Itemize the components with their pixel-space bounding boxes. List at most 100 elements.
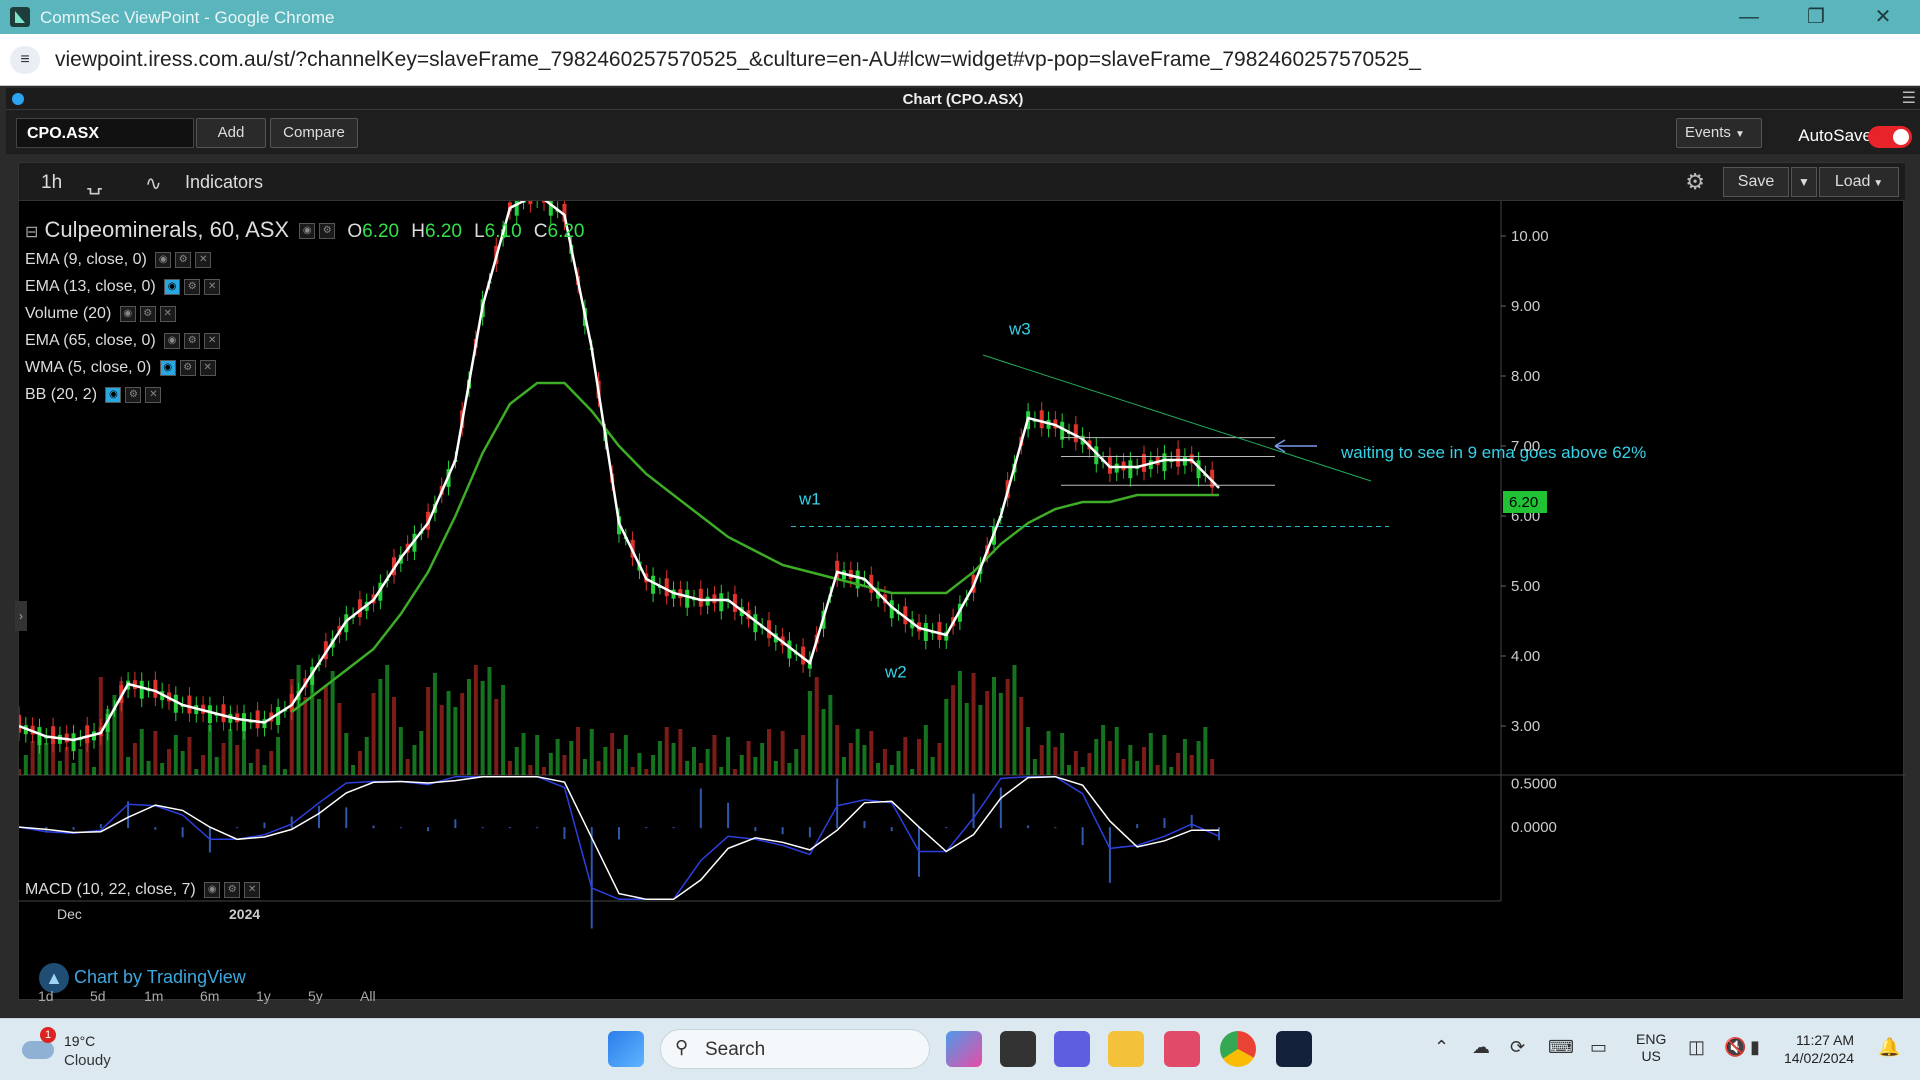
autosave-toggle[interactable] xyxy=(1868,126,1912,148)
onedrive-icon[interactable]: ☁ xyxy=(1472,1037,1490,1058)
side-panel-toggle-icon[interactable]: › xyxy=(15,601,27,631)
settings-icon[interactable]: ⚙ xyxy=(184,278,201,295)
network-icon[interactable]: ◫ xyxy=(1688,1037,1705,1058)
settings-icon[interactable]: ⚙ xyxy=(175,251,192,268)
close-icon[interactable]: ✕ xyxy=(145,386,162,403)
volume-bar xyxy=(1046,731,1051,775)
copilot-icon[interactable] xyxy=(946,1031,982,1067)
commsec-app-icon xyxy=(10,7,30,27)
candle-body xyxy=(1039,410,1044,429)
volume-bar xyxy=(644,769,649,775)
candle-style-icon[interactable]: ⍽ xyxy=(87,171,102,196)
chevron-up-icon[interactable]: ⌃ xyxy=(1434,1037,1449,1058)
macd-histogram-bar xyxy=(236,827,239,829)
volume-bar xyxy=(542,767,546,775)
settings-icon[interactable]: ⚙ xyxy=(179,359,196,376)
file-explorer-icon[interactable] xyxy=(1108,1031,1144,1067)
language-indicator[interactable]: ENG US xyxy=(1636,1031,1666,1065)
close-icon[interactable]: ✕ xyxy=(199,359,216,376)
close-icon[interactable]: ✕ xyxy=(204,278,221,295)
notification-bell-icon[interactable]: 🔔 xyxy=(1878,1037,1900,1058)
range-1y-button[interactable]: 1y xyxy=(256,988,271,1004)
volume-bar xyxy=(378,679,383,775)
site-settings-icon[interactable]: ≡ xyxy=(10,46,40,74)
battery-icon[interactable]: ▮ xyxy=(1750,1037,1760,1058)
close-button[interactable]: ✕ xyxy=(1860,4,1906,30)
gear-icon[interactable]: ⚙ xyxy=(1685,169,1705,195)
eye-icon[interactable]: ◉ xyxy=(105,386,122,403)
events-dropdown[interactable]: Events ▼ xyxy=(1676,118,1762,148)
trading-app-icon[interactable] xyxy=(1276,1031,1312,1067)
snipping-tool-icon[interactable] xyxy=(1164,1031,1200,1067)
settings-icon[interactable]: ⚙ xyxy=(184,332,201,349)
restore-button[interactable]: ❐ xyxy=(1793,4,1839,30)
start-windows-icon[interactable] xyxy=(608,1031,644,1067)
compare-button[interactable]: Compare xyxy=(270,118,358,148)
keyboard-icon[interactable]: ⌨ xyxy=(1548,1037,1574,1058)
teams-chat-icon[interactable] xyxy=(1054,1031,1090,1067)
volume-bar xyxy=(848,743,853,775)
sync-icon[interactable]: ⟳ xyxy=(1510,1037,1525,1058)
eye-icon[interactable]: ◉ xyxy=(119,305,136,322)
speaker-muted-icon[interactable]: 🔇 xyxy=(1724,1037,1746,1058)
save-chevron-down-icon[interactable]: ▼ xyxy=(1791,167,1817,197)
minimize-button[interactable]: — xyxy=(1726,4,1772,30)
settings-icon[interactable]: ⚙ xyxy=(319,223,336,240)
volume-bar xyxy=(692,747,696,775)
load-button[interactable]: Load ▼ xyxy=(1819,167,1899,197)
candle-body xyxy=(255,710,260,729)
indicators-icon[interactable]: ∿ xyxy=(145,171,162,196)
autosave-label: AutoSave xyxy=(1798,126,1872,145)
clock-date: 14/02/2024 xyxy=(1784,1050,1855,1066)
viewpoint-app: Chart (CPO.ASX) ☰ CPO.ASX Add Compare Ev… xyxy=(0,86,1920,1018)
close-icon[interactable]: ✕ xyxy=(244,881,261,898)
symbol-input[interactable]: CPO.ASX xyxy=(16,118,194,148)
timeframe-button[interactable]: 1h xyxy=(41,172,62,194)
weather-cloud-icon[interactable] xyxy=(22,1041,54,1059)
eye-icon[interactable]: ◉ xyxy=(164,332,181,349)
eye-icon[interactable]: ◉ xyxy=(299,223,316,240)
eye-icon[interactable]: ◉ xyxy=(155,251,172,268)
legend-collapse-icon[interactable]: ⊟ xyxy=(25,224,38,241)
range-1d-button[interactable]: 1d xyxy=(38,988,54,1004)
weather-temp[interactable]: 19°C xyxy=(64,1033,95,1049)
settings-icon[interactable]: ⚙ xyxy=(224,881,241,898)
eye-icon[interactable]: ◉ xyxy=(164,278,181,295)
eye-icon[interactable]: ◉ xyxy=(159,359,176,376)
volume-bar xyxy=(957,671,962,775)
volume-bar xyxy=(671,743,676,775)
close-icon[interactable]: ✕ xyxy=(159,305,176,322)
close-icon[interactable]: ✕ xyxy=(204,332,221,349)
range-6m-button[interactable]: 6m xyxy=(200,988,219,1004)
taskbar-search[interactable]: ⚲ Search xyxy=(660,1029,930,1069)
close-icon[interactable]: ✕ xyxy=(195,251,212,268)
volume-bar xyxy=(896,751,901,775)
price-chart[interactable]: w1 w2 w3 waiting to see in 9 ema goes above… xyxy=(19,201,1905,1001)
panel-menu-icon[interactable]: ☰ xyxy=(1902,88,1916,108)
eye-icon[interactable]: ◉ xyxy=(204,881,221,898)
windows-taskbar: 1 19°C Cloudy ⚲ Search ⌃ ☁ ⟳ ⌨ ▭ ENG US … xyxy=(0,1018,1920,1080)
add-button[interactable]: Add xyxy=(196,118,266,148)
weather-desc[interactable]: Cloudy xyxy=(64,1052,111,1069)
range-1m-button[interactable]: 1m xyxy=(144,988,163,1004)
chart-container[interactable]: 1h ⍽ ∿ Indicators ⚙ Save ▼ Load ▼ w1 w2 w3… xyxy=(15,162,1905,1001)
indicators-button[interactable]: Indicators xyxy=(185,172,263,193)
range-5d-button[interactable]: 5d xyxy=(90,988,106,1004)
settings-icon[interactable]: ⚙ xyxy=(125,386,142,403)
chrome-icon[interactable] xyxy=(1220,1031,1256,1067)
volume-bar xyxy=(944,699,949,775)
volume-bar xyxy=(494,699,499,775)
task-view-icon[interactable] xyxy=(1000,1031,1036,1067)
volume-bar xyxy=(1101,725,1106,775)
settings-icon[interactable]: ⚙ xyxy=(139,305,156,322)
candle-body xyxy=(173,694,178,713)
save-button[interactable]: Save xyxy=(1723,167,1789,197)
macd-histogram-bar xyxy=(563,827,566,839)
candle-body xyxy=(651,575,656,594)
display-icon[interactable]: ▭ xyxy=(1590,1037,1607,1058)
range-all-button[interactable]: All xyxy=(360,988,376,1004)
system-clock[interactable]: 11:27 AM 14/02/2024 xyxy=(1784,1031,1854,1067)
url-field[interactable]: viewpoint.iress.com.au/st/?channelKey=sl… xyxy=(55,48,1421,72)
last-price-tag-label: 6.20 xyxy=(1509,494,1538,511)
range-5y-button[interactable]: 5y xyxy=(308,988,323,1004)
